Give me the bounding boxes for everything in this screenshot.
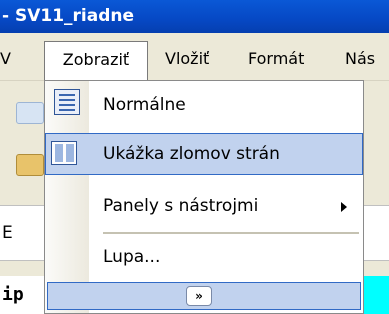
menu-item-format[interactable]: Formát	[248, 45, 304, 73]
sheet-cell[interactable]: E	[0, 205, 44, 261]
menu-option-page-break-preview[interactable]: Ukážka zlomov strán	[45, 133, 363, 175]
window-title-bar: - SV11_riadne	[0, 0, 389, 33]
menu-item-view-partial[interactable]: V	[0, 45, 11, 73]
window-title: - SV11_riadne	[2, 6, 135, 26]
menu-item-zobrazit[interactable]: Zobraziť	[44, 41, 148, 81]
menu-item-nastroje-partial[interactable]: Nás	[345, 45, 375, 73]
menu-bar: V Zobraziť Vložiť Formát Nás	[0, 33, 389, 81]
toolbar-folder-icon[interactable]	[16, 154, 44, 176]
menu-option-toolbars-label: Panely s nástrojmi	[103, 196, 259, 216]
page-break-preview-icon	[51, 141, 77, 165]
menu-option-zoom[interactable]: Lupa...	[45, 233, 363, 281]
menu-option-page-break-preview-label: Ukážka zlomov strán	[103, 144, 280, 164]
sheet-cell-text: E	[2, 223, 13, 243]
menu-item-zobrazit-label: Zobraziť	[62, 50, 130, 69]
expand-chevron-icon[interactable]: »	[186, 286, 212, 306]
menu-option-normal[interactable]: Normálne	[45, 81, 363, 129]
menu-option-zoom-label: Lupa...	[103, 247, 161, 267]
toolbar-document-icon[interactable]	[16, 102, 44, 124]
view-menu-dropdown: Normálne Ukážka zlomov strán Panely s ná…	[44, 80, 364, 314]
menu-option-toolbars[interactable]: Panely s nástrojmi	[45, 182, 363, 230]
menu-expand-row[interactable]: »	[47, 282, 361, 310]
menu-item-vlozit[interactable]: Vložiť	[165, 45, 209, 73]
submenu-arrow-icon	[341, 202, 347, 212]
normal-view-icon	[54, 89, 80, 115]
sheet-selected-cell[interactable]	[364, 276, 389, 314]
sheet-row-text: ip	[0, 276, 44, 314]
menu-option-normal-label: Normálne	[103, 95, 186, 115]
sheet-cell-right[interactable]	[364, 205, 389, 261]
